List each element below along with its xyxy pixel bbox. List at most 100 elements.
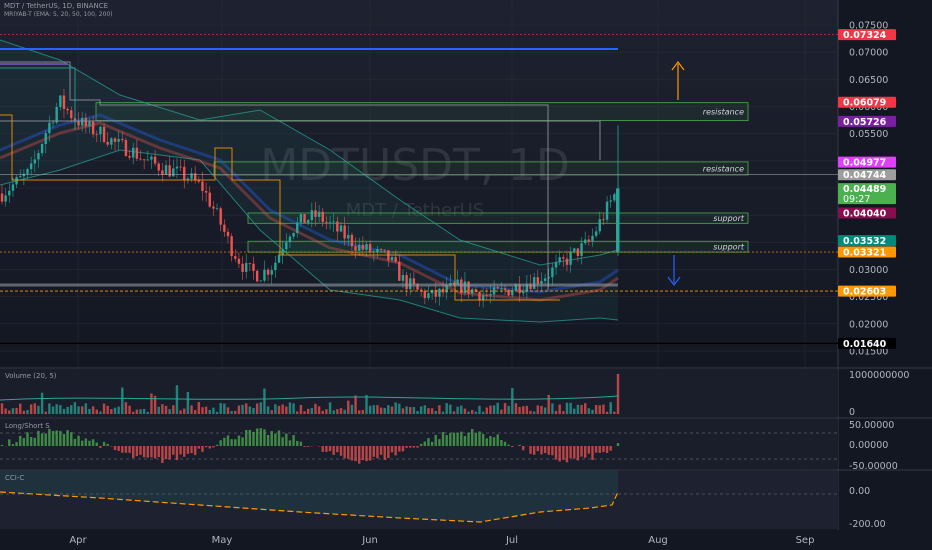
candle-body [390,257,394,261]
volume-bar [405,406,408,414]
ls-bar [234,439,237,446]
volume-bar [157,406,160,414]
volume-bar [474,411,478,414]
ls-bar [573,446,576,459]
volume-bar [26,410,29,414]
candle-body [19,176,22,178]
volume-bar [270,410,273,414]
candle-body [146,159,149,161]
ls-bar [587,446,591,454]
candle-body [37,153,40,160]
ls-bar [376,446,379,459]
volume-bar [55,404,58,414]
ls-bar [212,446,215,448]
ls-bar [591,446,594,460]
ls-bar [485,438,488,446]
candle-body [536,277,540,284]
price-label: 0.03321 [843,248,886,259]
ls-bar [73,438,77,446]
ls-bar [507,444,510,446]
ls-bar [306,446,310,447]
ls-bar [503,441,507,446]
candle-body [583,239,587,244]
candle-body [594,231,598,236]
volume-bar [186,391,190,414]
countdown-label: 09:27 [843,194,870,205]
ls-bar [616,443,620,446]
volume-bar [496,402,499,414]
chart[interactable]: MDTUSDT, 1D MDT / TetherUS resistanceres… [0,0,932,550]
volume-bar [252,407,255,414]
volume-bar [609,402,612,414]
volume-bar [314,403,317,414]
volume-bar [321,410,324,414]
candle-body [605,201,609,220]
ls-bar [15,442,18,446]
x-tick-label: May [212,535,233,546]
ls-bar [387,446,390,459]
pane-tick: -50.00000 [849,461,898,472]
candle-body [489,294,492,296]
symbol-header[interactable]: MDT / TetherUS, 1D, BINANCE [4,2,108,10]
candle-body [350,234,354,247]
candle-body [150,156,153,160]
ls-bar [383,446,386,460]
ls-bar [186,446,190,454]
volume-bar [164,405,168,414]
candle-body [419,289,423,291]
ls-bar [263,429,266,446]
candle-body [11,184,15,191]
volume-bar [594,404,598,414]
candle-body [204,191,208,193]
ls-bar [150,446,153,458]
candle-body [255,270,259,282]
candle-body [15,177,18,185]
ls-bar [62,433,66,446]
candle-body [401,275,405,281]
volume-bar [95,409,98,414]
zone-label: support [713,214,745,223]
price-label: 0.02603 [843,287,886,298]
volume-bar [583,403,587,414]
ls-bar [456,432,459,446]
candle-body [248,262,252,264]
ls-bar [70,432,73,446]
price-label: 0.06079 [843,98,886,109]
indicator-header[interactable]: MRIYAB-T (EMA: 5, 20, 50, 100, 200) [4,11,113,18]
volume-bar [587,408,591,414]
volume-bar [492,405,496,414]
ls-bar [113,446,117,451]
ls-bar [197,446,201,449]
ls-bar [412,446,416,448]
candle-body [164,165,168,175]
volume-bar [142,408,146,414]
ls-bar [135,446,139,457]
volume-bar [598,405,601,414]
ls-bar [522,446,525,451]
ls-bar [33,437,37,446]
ls-bar [121,446,124,453]
candle-body [161,170,164,175]
volume-bar [441,411,445,414]
volume-bar [328,402,332,414]
ls-bar [379,446,383,455]
ls-bar [511,446,514,448]
ls-bar [179,446,182,455]
volume-bar [565,402,569,414]
time-axis[interactable]: Apr May Jun Jul Aug Sep [0,530,932,550]
ls-bar [532,446,536,455]
ls-bar [358,446,361,464]
candle-body [467,281,470,294]
candle-body [55,106,58,123]
ls-bar [339,446,343,456]
candle-body [591,235,594,242]
volume-bar [292,403,295,414]
volume-bar [379,407,383,414]
ls-bar [365,446,368,462]
candle-body [562,257,565,259]
x-tick-label: Jul [505,535,518,546]
volume-bar [281,404,284,414]
candle-body [245,262,248,272]
candle-body [299,214,303,223]
candle-body [398,261,401,281]
